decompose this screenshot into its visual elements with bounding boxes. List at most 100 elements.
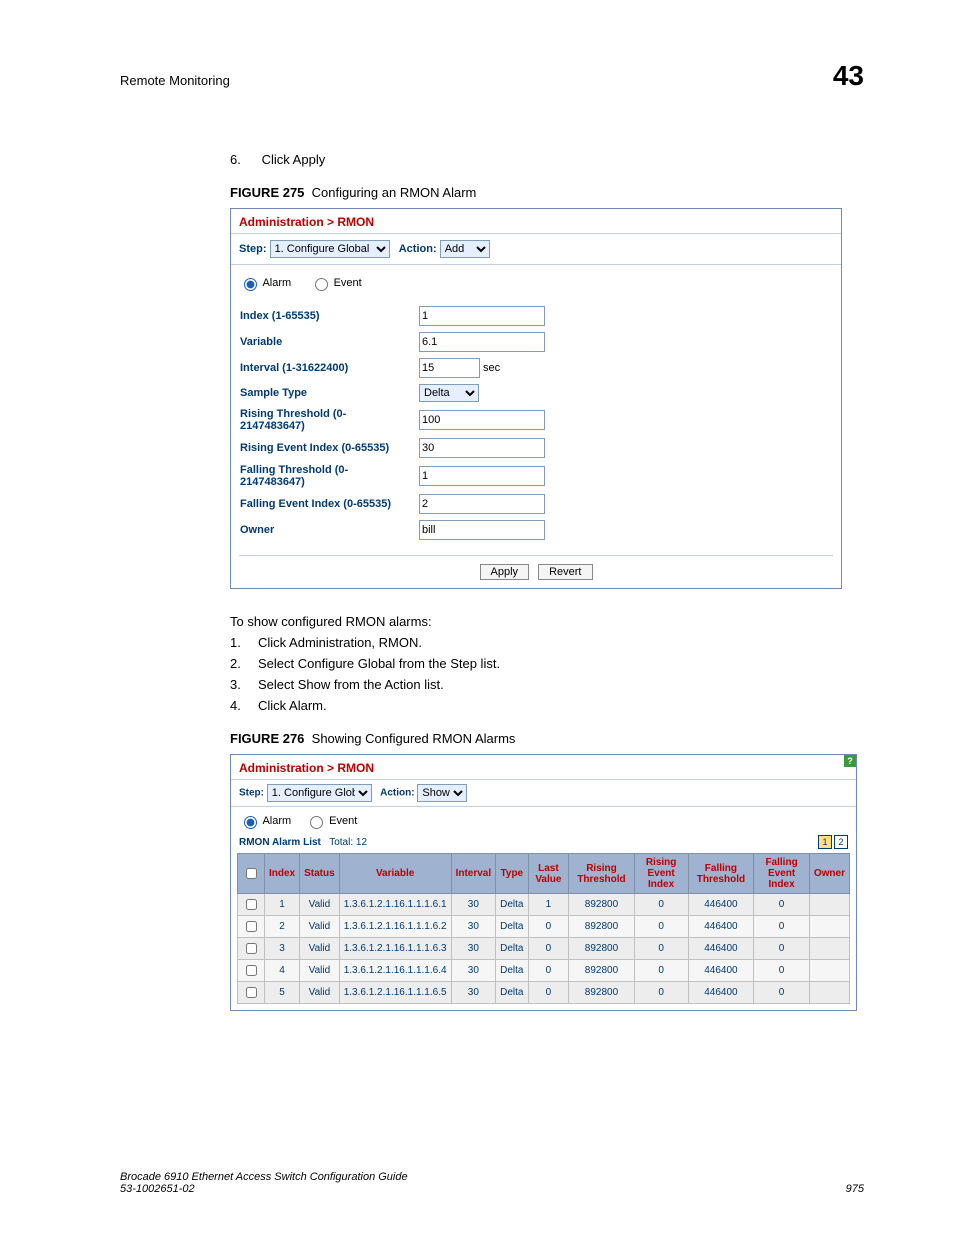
col-header: Status bbox=[300, 854, 340, 894]
breadcrumb-2: Administration > RMON bbox=[239, 761, 374, 775]
page-1[interactable]: 1 bbox=[818, 835, 832, 849]
row-checkbox[interactable] bbox=[246, 943, 257, 954]
table-cell: 0 bbox=[634, 960, 688, 982]
table-cell: 30 bbox=[451, 916, 496, 938]
table-cell: 0 bbox=[634, 894, 688, 916]
table-cell: 0 bbox=[754, 960, 810, 982]
form-input[interactable] bbox=[419, 306, 545, 326]
col-header: Falling Threshold bbox=[688, 854, 754, 894]
table-cell: 0 bbox=[528, 960, 569, 982]
col-header: Interval bbox=[451, 854, 496, 894]
table-cell: Valid bbox=[300, 938, 340, 960]
row-checkbox[interactable] bbox=[246, 965, 257, 976]
table-cell: 4 bbox=[265, 960, 300, 982]
table-cell: 0 bbox=[528, 982, 569, 1004]
table-cell: Delta bbox=[496, 982, 528, 1004]
table-cell: 0 bbox=[754, 938, 810, 960]
panel-alarm-list: Administration > RMON ? Step: 1. Configu… bbox=[230, 754, 857, 1011]
help-icon[interactable]: ? bbox=[844, 755, 856, 767]
table-row: 4Valid1.3.6.1.2.1.16.1.1.1.6.430Delta089… bbox=[238, 960, 850, 982]
pager: 12 bbox=[816, 835, 848, 849]
form-label: Rising Threshold (0-2147483647) bbox=[239, 407, 418, 433]
table-cell: 892800 bbox=[569, 938, 634, 960]
table-cell: Delta bbox=[496, 894, 528, 916]
footer-page: 975 bbox=[846, 1183, 864, 1195]
table-cell: Valid bbox=[300, 894, 340, 916]
form-label: Variable bbox=[239, 331, 418, 353]
footer-doc: 53-1002651-02 bbox=[120, 1183, 408, 1195]
col-header: Index bbox=[265, 854, 300, 894]
apply-button[interactable]: Apply bbox=[480, 564, 530, 580]
sample-type-select[interactable]: Delta bbox=[419, 384, 479, 402]
alarm-table: IndexStatusVariableIntervalTypeLast Valu… bbox=[237, 853, 850, 1004]
table-cell: 892800 bbox=[569, 894, 634, 916]
table-cell: 1.3.6.1.2.1.16.1.1.1.6.4 bbox=[339, 960, 451, 982]
breadcrumb: Administration > RMON bbox=[239, 215, 374, 229]
row-checkbox[interactable] bbox=[246, 921, 257, 932]
action-select[interactable]: Add bbox=[440, 240, 490, 258]
table-cell: 1.3.6.1.2.1.16.1.1.1.6.1 bbox=[339, 894, 451, 916]
table-cell: 1.3.6.1.2.1.16.1.1.1.6.2 bbox=[339, 916, 451, 938]
page-footer: Brocade 6910 Ethernet Access Switch Conf… bbox=[120, 1171, 864, 1195]
form-input[interactable] bbox=[419, 438, 545, 458]
table-cell: 446400 bbox=[688, 894, 754, 916]
table-cell: 1.3.6.1.2.1.16.1.1.1.6.5 bbox=[339, 982, 451, 1004]
table-cell: 0 bbox=[528, 916, 569, 938]
col-header: Type bbox=[496, 854, 528, 894]
select-all-checkbox[interactable] bbox=[246, 868, 257, 879]
radio-event[interactable]: Event bbox=[310, 277, 362, 289]
action-label-2: Action: bbox=[380, 788, 414, 799]
row-checkbox[interactable] bbox=[246, 987, 257, 998]
action-label: Action: bbox=[399, 243, 437, 255]
table-cell: Delta bbox=[496, 960, 528, 982]
radio-alarm-2[interactable]: Alarm bbox=[239, 815, 291, 827]
form-input[interactable] bbox=[419, 466, 545, 486]
unit-label: sec bbox=[480, 362, 500, 374]
action-select-2[interactable]: Show bbox=[417, 784, 467, 802]
form-label: Owner bbox=[239, 519, 418, 541]
instruction-step: 1.Click Administration, RMON. bbox=[230, 635, 864, 650]
instruction-step: 3.Select Show from the Action list. bbox=[230, 677, 864, 692]
revert-button[interactable]: Revert bbox=[538, 564, 592, 580]
figure-276-label: FIGURE 276 bbox=[230, 731, 304, 746]
figure-276-caption: FIGURE 276 Showing Configured RMON Alarm… bbox=[230, 731, 864, 746]
table-cell bbox=[809, 894, 849, 916]
form-input[interactable] bbox=[419, 520, 545, 540]
form-input[interactable] bbox=[419, 332, 545, 352]
table-cell bbox=[809, 982, 849, 1004]
radio-alarm[interactable]: Alarm bbox=[239, 277, 291, 289]
table-cell: 1 bbox=[265, 894, 300, 916]
form-label: Falling Threshold (0-2147483647) bbox=[239, 463, 418, 489]
table-cell: 30 bbox=[451, 938, 496, 960]
table-cell bbox=[809, 960, 849, 982]
col-header: Rising Threshold bbox=[569, 854, 634, 894]
table-cell: 0 bbox=[634, 938, 688, 960]
table-row: 5Valid1.3.6.1.2.1.16.1.1.1.6.530Delta089… bbox=[238, 982, 850, 1004]
table-row: 2Valid1.3.6.1.2.1.16.1.1.1.6.230Delta089… bbox=[238, 916, 850, 938]
row-checkbox[interactable] bbox=[246, 899, 257, 910]
table-row: 3Valid1.3.6.1.2.1.16.1.1.1.6.330Delta089… bbox=[238, 938, 850, 960]
table-cell: Valid bbox=[300, 960, 340, 982]
radio-event-2[interactable]: Event bbox=[305, 815, 357, 827]
table-cell: 446400 bbox=[688, 982, 754, 1004]
list-title: RMON Alarm List bbox=[239, 837, 321, 848]
col-header: Falling Event Index bbox=[754, 854, 810, 894]
col-header: Rising Event Index bbox=[634, 854, 688, 894]
table-cell: Valid bbox=[300, 982, 340, 1004]
table-cell: 0 bbox=[528, 938, 569, 960]
page-2[interactable]: 2 bbox=[834, 835, 848, 849]
col-header bbox=[238, 854, 265, 894]
instructions-lead: To show configured RMON alarms: bbox=[230, 614, 864, 629]
table-cell: Delta bbox=[496, 938, 528, 960]
step-label-2: Step: bbox=[239, 788, 264, 799]
form-label: Rising Event Index (0-65535) bbox=[239, 437, 418, 459]
step-label: Step: bbox=[239, 243, 267, 255]
figure-275-text: Configuring an RMON Alarm bbox=[312, 185, 477, 200]
form-input[interactable] bbox=[419, 358, 480, 378]
form-input[interactable] bbox=[419, 494, 545, 514]
step-select[interactable]: 1. Configure Global bbox=[270, 240, 390, 258]
table-cell: 0 bbox=[754, 894, 810, 916]
form-input[interactable] bbox=[419, 410, 545, 430]
table-cell: 0 bbox=[634, 916, 688, 938]
step-select-2[interactable]: 1. Configure Global bbox=[267, 784, 372, 802]
